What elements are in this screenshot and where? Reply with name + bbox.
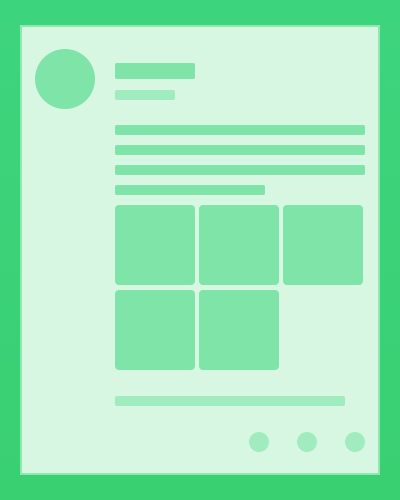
- action-button-placeholder[interactable]: [345, 432, 365, 452]
- post-card-skeleton: [20, 25, 380, 475]
- post-meta-placeholder: [115, 90, 175, 100]
- text-line-placeholder: [115, 125, 365, 135]
- text-line-placeholder: [115, 165, 365, 175]
- footer-text-placeholder: [115, 396, 345, 406]
- text-line-placeholder: [115, 145, 365, 155]
- action-button-placeholder[interactable]: [249, 432, 269, 452]
- image-thumbnail-placeholder[interactable]: [199, 290, 279, 370]
- action-button-placeholder[interactable]: [297, 432, 317, 452]
- image-thumbnail-placeholder[interactable]: [115, 290, 195, 370]
- image-thumbnail-placeholder[interactable]: [199, 205, 279, 285]
- image-thumbnail-placeholder[interactable]: [115, 205, 195, 285]
- text-line-placeholder: [115, 185, 265, 195]
- image-thumbnail-placeholder[interactable]: [283, 205, 363, 285]
- avatar-placeholder: [35, 49, 95, 109]
- author-name-placeholder: [115, 63, 195, 79]
